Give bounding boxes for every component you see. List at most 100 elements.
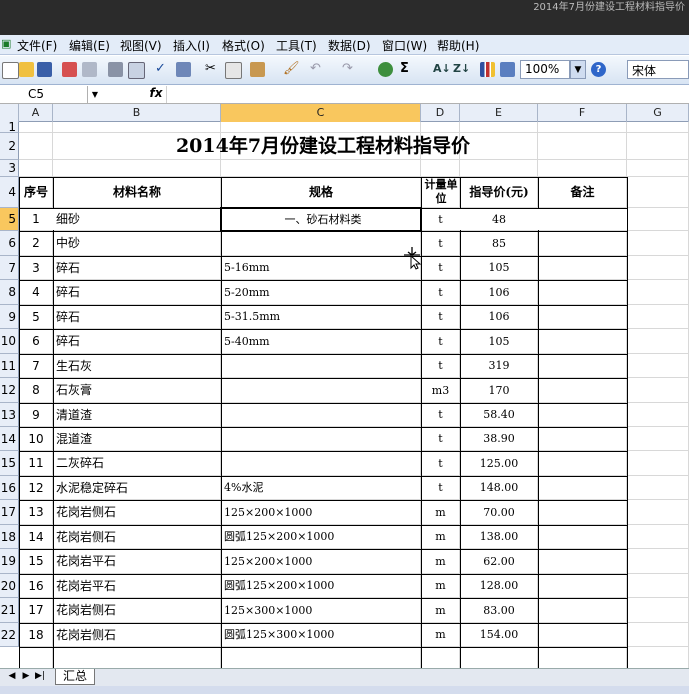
row-header-17[interactable]: 17 (0, 500, 19, 525)
row-header-13[interactable]: 13 (0, 403, 19, 427)
row-header-11[interactable]: 11 (0, 354, 19, 378)
cell-name-row-15[interactable]: 二灰碎石 (53, 451, 221, 476)
cell-name-row-8[interactable]: 碎石 (53, 280, 221, 305)
scroll-last-sheet-icon[interactable]: ▶| (34, 671, 46, 681)
cell-price-row-6[interactable]: 85 (460, 231, 538, 256)
cell-seq-row-16[interactable]: 12 (19, 476, 53, 500)
cell-price-row-9[interactable]: 106 (460, 305, 538, 329)
cell-name-row-9[interactable]: 碎石 (53, 305, 221, 329)
cell-name-row-21[interactable]: 花岗岩侧石 (53, 598, 221, 623)
name-box[interactable]: C5 (0, 86, 88, 103)
cell-unit-row-13[interactable]: t (421, 403, 460, 427)
cell-unit-row-16[interactable]: t (421, 476, 460, 500)
select-all-corner[interactable] (0, 104, 19, 122)
row-header-4[interactable]: 4 (0, 177, 19, 208)
cell-spec-row-9[interactable]: 5-31.5mm (221, 305, 421, 329)
cell-name-row-11[interactable]: 生石灰 (53, 354, 221, 378)
header-material-name[interactable]: 材料名称 (53, 177, 221, 207)
cell-unit-row-5[interactable]: t (421, 208, 460, 231)
cell-seq-row-9[interactable]: 5 (19, 305, 53, 329)
sheet-tab-summary[interactable]: 汇总 (55, 669, 95, 685)
cell-unit-row-8[interactable]: t (421, 280, 460, 305)
row-header-18[interactable]: 18 (0, 525, 19, 549)
cell-note-row-5[interactable] (538, 208, 627, 231)
save-icon[interactable] (37, 62, 52, 77)
sort-desc-icon[interactable]: Z↓ (453, 61, 470, 77)
cell-note-row-18[interactable] (538, 525, 627, 549)
cell-price-row-12[interactable]: 170 (460, 378, 538, 403)
cell-unit-row-6[interactable]: t (421, 231, 460, 256)
cell-unit-row-7[interactable]: t (421, 256, 460, 280)
sheet-title[interactable]: 2014年7月份建设工程材料指导价 (19, 133, 627, 160)
cell-unit-row-10[interactable]: t (421, 329, 460, 354)
row-header-22[interactable]: 22 (0, 623, 19, 647)
cell-price-row-18[interactable]: 138.00 (460, 525, 538, 549)
row-header-2[interactable]: 2 (0, 133, 19, 160)
help-icon[interactable]: ? (591, 62, 606, 77)
cell-note-row-11[interactable] (538, 354, 627, 378)
cell-seq-row-13[interactable]: 9 (19, 403, 53, 427)
cell-seq-row-15[interactable]: 11 (19, 451, 53, 476)
cell-price-row-8[interactable]: 106 (460, 280, 538, 305)
row-header-8[interactable]: 8 (0, 280, 19, 305)
menu-help[interactable]: 帮助(H) (437, 37, 479, 54)
permission-icon[interactable] (62, 62, 77, 77)
cell-unit-row-22[interactable]: m (421, 623, 460, 647)
cell-spec-row-7[interactable]: 5-16mm (221, 256, 421, 280)
column-header-d[interactable]: D (421, 104, 460, 122)
cell-price-row-21[interactable]: 83.00 (460, 598, 538, 623)
cell-seq-row-10[interactable]: 6 (19, 329, 53, 354)
cell-seq-row-12[interactable]: 8 (19, 378, 53, 403)
cell-spec-row-17[interactable]: 125×200×1000 (221, 500, 421, 525)
cell-spec-row-10[interactable]: 5-40mm (221, 329, 421, 354)
print-preview-icon[interactable] (128, 62, 145, 79)
cell-spec-row-15[interactable] (221, 451, 421, 476)
row-header-9[interactable]: 9 (0, 305, 19, 329)
row-header-15[interactable]: 15 (0, 451, 19, 476)
cell-price-row-14[interactable]: 38.90 (460, 427, 538, 451)
name-box-dropdown-icon[interactable]: ▼ (88, 88, 102, 101)
cell-unit-row-9[interactable]: t (421, 305, 460, 329)
cell-name-row-7[interactable]: 碎石 (53, 256, 221, 280)
copy-icon[interactable] (225, 62, 242, 79)
menu-view[interactable]: 视图(V) (120, 37, 162, 54)
cell-seq-row-5[interactable]: 1 (19, 208, 53, 231)
cell-seq-row-11[interactable]: 7 (19, 354, 53, 378)
cell-name-row-18[interactable]: 花岗岩侧石 (53, 525, 221, 549)
cell-seq-row-17[interactable]: 13 (19, 500, 53, 525)
cell-price-row-22[interactable]: 154.00 (460, 623, 538, 647)
cell-note-row-14[interactable] (538, 427, 627, 451)
cell-note-row-10[interactable] (538, 329, 627, 354)
cell-spec-row-11[interactable] (221, 354, 421, 378)
cell-spec-row-12[interactable] (221, 378, 421, 403)
cell-name-row-13[interactable]: 清道渣 (53, 403, 221, 427)
menu-tools[interactable]: 工具(T) (276, 37, 317, 54)
header-note[interactable]: 备注 (538, 177, 627, 207)
row-header-3[interactable]: 3 (0, 160, 19, 177)
cell-price-row-20[interactable]: 128.00 (460, 574, 538, 598)
cell-seq-row-22[interactable]: 18 (19, 623, 53, 647)
cell-name-row-10[interactable]: 碎石 (53, 329, 221, 354)
cell-unit-row-15[interactable]: t (421, 451, 460, 476)
cell-price-row-19[interactable]: 62.00 (460, 549, 538, 574)
cell-unit-row-20[interactable]: m (421, 574, 460, 598)
cell-seq-row-6[interactable]: 2 (19, 231, 53, 256)
cell-unit-row-11[interactable]: t (421, 354, 460, 378)
cell-price-row-16[interactable]: 148.00 (460, 476, 538, 500)
drawing-icon[interactable] (500, 62, 515, 77)
zoom-combo[interactable]: 100% (520, 60, 570, 79)
cell-name-row-19[interactable]: 花岗岩平石 (53, 549, 221, 574)
cell-price-row-7[interactable]: 105 (460, 256, 538, 280)
format-painter-icon[interactable]: 🖌 (283, 61, 300, 77)
cell-note-row-20[interactable] (538, 574, 627, 598)
cell-seq-row-21[interactable]: 17 (19, 598, 53, 623)
cell-price-row-5[interactable]: 48 (460, 208, 538, 231)
formula-input[interactable] (166, 86, 689, 103)
cell-seq-row-7[interactable]: 3 (19, 256, 53, 280)
column-header-e[interactable]: E (460, 104, 538, 122)
cell-note-row-6[interactable] (538, 231, 627, 256)
print-icon[interactable] (108, 62, 123, 77)
cell-note-row-22[interactable] (538, 623, 627, 647)
cell-seq-row-20[interactable]: 16 (19, 574, 53, 598)
cell-note-row-21[interactable] (538, 598, 627, 623)
